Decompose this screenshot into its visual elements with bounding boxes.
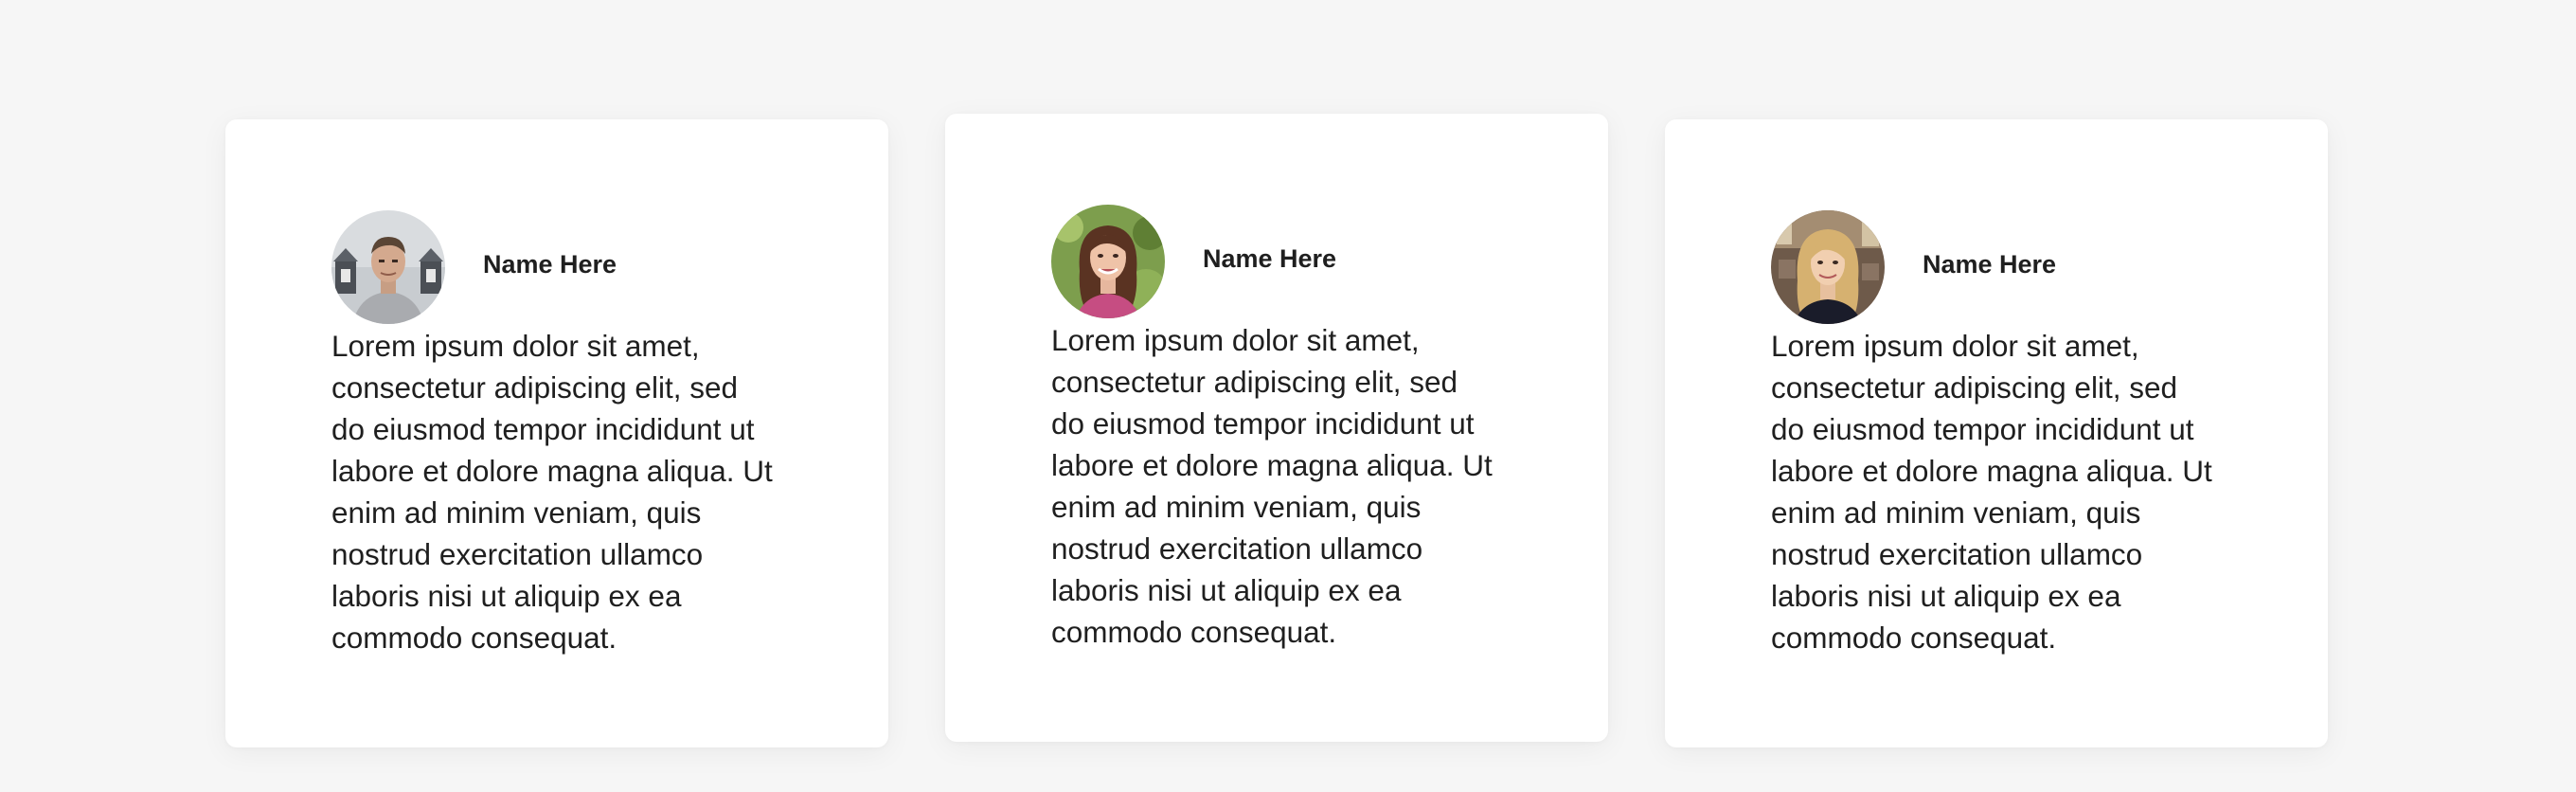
avatar (1771, 210, 1885, 324)
testimonial-card: Name Here Lorem ipsum dolor sit amet, co… (1665, 119, 2328, 747)
avatar (1051, 205, 1165, 318)
testimonials-page: { "testimonials": [ { "name": "Name Here… (0, 0, 2576, 792)
woman-portrait-icon (1051, 205, 1165, 318)
avatar (331, 210, 445, 324)
woman-portrait-icon (1771, 210, 1885, 324)
testimonial-card: Name Here Lorem ipsum dolor sit amet, co… (225, 119, 888, 747)
man-portrait-icon (331, 210, 445, 324)
testimonial-text: Lorem ipsum dolor sit amet, consectetur … (331, 329, 773, 655)
testimonial-text: Lorem ipsum dolor sit amet, consectetur … (1051, 323, 1493, 649)
testimonial-name: Name Here (1923, 250, 2057, 279)
testimonial-name: Name Here (483, 250, 617, 279)
testimonial-text: Lorem ipsum dolor sit amet, consectetur … (1771, 329, 2212, 655)
testimonial-name: Name Here (1203, 244, 1337, 273)
testimonial-card: Name Here Lorem ipsum dolor sit amet, co… (945, 114, 1608, 742)
